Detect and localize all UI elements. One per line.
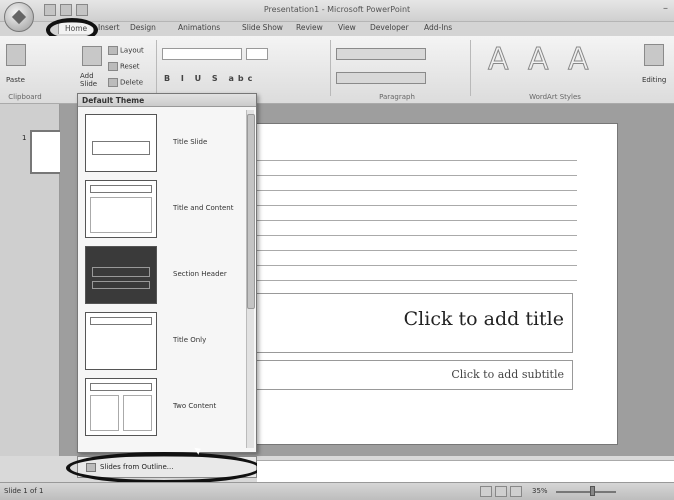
current-slide[interactable]	[230, 123, 618, 445]
title-bar: Presentation1 - Microsoft PowerPoint –	[0, 0, 674, 22]
thumbnail-number: 1	[22, 134, 27, 142]
paragraph-group-label: Paragraph	[379, 93, 415, 101]
tab-developer[interactable]: Developer	[370, 23, 409, 32]
paragraph-list-controls[interactable]	[336, 48, 426, 60]
slide-counter: Slide 1 of 1	[4, 487, 44, 495]
slides-from-outline-label: Slides from Outline...	[100, 463, 174, 471]
font-size-select[interactable]	[246, 48, 268, 60]
wordart-style-3[interactable]: A	[568, 42, 590, 78]
wordart-style-1[interactable]: A	[488, 42, 510, 78]
clipboard-group-label: Clipboard	[8, 93, 42, 101]
zoom-slider[interactable]	[556, 491, 616, 493]
paste-icon[interactable]	[6, 44, 26, 66]
layout-icon	[108, 46, 118, 55]
tab-home[interactable]: Home	[58, 22, 95, 34]
title-placeholder[interactable]: Click to add title	[255, 293, 573, 353]
office-button[interactable]	[4, 2, 34, 32]
tab-animations[interactable]: Animations	[178, 23, 220, 32]
delete-button[interactable]: Delete	[108, 78, 143, 87]
layout-thumbnail	[85, 312, 157, 370]
window-controls[interactable]: –	[663, 3, 668, 14]
zoom-slider-knob[interactable]	[590, 486, 595, 496]
zoom-level[interactable]: 35%	[532, 487, 548, 495]
subtitle-placeholder[interactable]: Click to add subtitle	[255, 360, 573, 390]
layout-section-header[interactable]: Section Header	[83, 244, 253, 306]
find-icon[interactable]	[644, 44, 664, 66]
gallery-header: Default Theme	[78, 94, 256, 107]
reset-button[interactable]: Reset	[108, 62, 140, 71]
layout-label: Two Content	[173, 402, 217, 410]
layout-title-slide[interactable]: Title Slide	[83, 112, 253, 174]
tab-insert[interactable]: Insert	[98, 23, 120, 32]
wordart-style-2[interactable]: A	[528, 42, 550, 78]
delete-icon	[108, 78, 118, 87]
slide-show-icon[interactable]	[510, 486, 522, 497]
tab-review[interactable]: Review	[296, 23, 323, 32]
ribbon-separator	[470, 40, 471, 96]
outline-icon	[86, 463, 96, 472]
ribbon-separator	[330, 40, 331, 96]
layout-thumbnail	[85, 180, 157, 238]
paste-button[interactable]: Paste	[6, 76, 25, 84]
layout-guide-line	[255, 205, 577, 206]
layout-guide-line	[255, 175, 577, 176]
notes-pane[interactable]	[257, 460, 674, 482]
window-title: Presentation1 - Microsoft PowerPoint	[263, 5, 411, 14]
status-bar: Slide 1 of 1 35%	[0, 482, 674, 500]
layout-thumbnail	[85, 246, 157, 304]
view-buttons	[480, 486, 522, 497]
editing-button[interactable]: Editing	[642, 76, 666, 84]
layout-label: Title Slide	[173, 138, 208, 146]
ribbon-tabs: Home Insert Design Animations Slide Show…	[0, 22, 674, 36]
tab-view[interactable]: View	[338, 23, 356, 32]
tab-add-ins[interactable]: Add-Ins	[424, 23, 452, 32]
layout-thumbnail	[85, 114, 157, 172]
tab-design[interactable]: Design	[130, 23, 156, 32]
ribbon-separator	[156, 40, 157, 96]
wordart-group-label: WordArt Styles	[529, 93, 581, 101]
slides-from-outline-item[interactable]: Slides from Outline...	[77, 456, 257, 478]
font-family-select[interactable]	[162, 48, 242, 60]
paragraph-align-controls[interactable]	[336, 72, 426, 84]
gallery-scrollbar[interactable]	[246, 110, 255, 448]
layout-guide-line	[255, 250, 577, 251]
layout-label: Section Header	[173, 270, 227, 278]
layout-guide-line	[255, 280, 577, 281]
reset-icon	[108, 62, 118, 71]
layout-thumbnail	[85, 378, 157, 436]
add-slide-icon[interactable]	[82, 46, 102, 66]
layout-two-content[interactable]: Two Content	[83, 376, 253, 438]
layout-title-only[interactable]: Title Only	[83, 310, 253, 372]
tab-slide-show[interactable]: Slide Show	[242, 23, 283, 32]
layout-guide-line	[255, 220, 577, 221]
layout-label: Title Only	[173, 336, 207, 344]
layout-guide-line	[255, 265, 577, 266]
layout-gallery-dropdown: Default Theme Title Slide Title and Cont…	[77, 93, 257, 453]
normal-view-icon[interactable]	[480, 486, 492, 497]
layout-guide-line	[255, 190, 577, 191]
layout-guide-line	[255, 160, 577, 161]
font-format-buttons[interactable]: B I U S abc	[164, 74, 256, 83]
layout-guide-line	[255, 235, 577, 236]
slide-sorter-icon[interactable]	[495, 486, 507, 497]
add-slide-button[interactable]: Add Slide	[80, 72, 102, 88]
layout-label: Title and Content	[173, 204, 234, 212]
layout-title-and-content[interactable]: Title and Content	[83, 178, 253, 240]
layout-button[interactable]: Layout	[108, 46, 144, 55]
gallery-scroll-thumb[interactable]	[247, 114, 255, 309]
